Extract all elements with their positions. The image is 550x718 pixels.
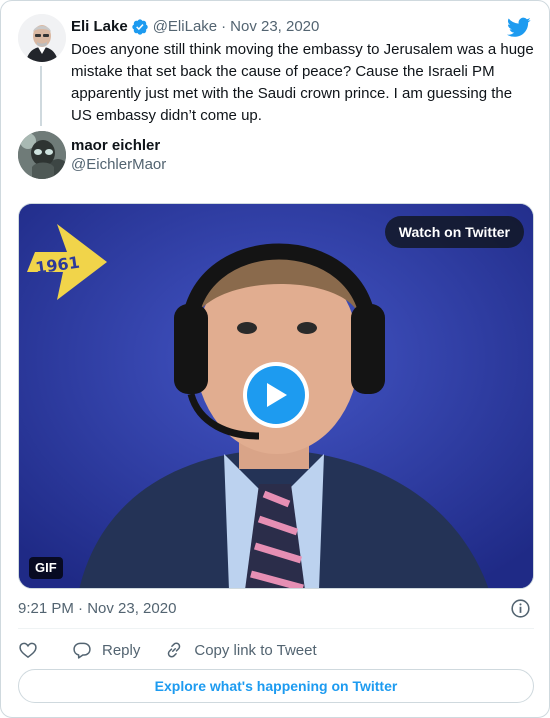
watch-on-twitter-button[interactable]: Watch on Twitter [384, 216, 524, 248]
info-icon[interactable] [510, 598, 531, 619]
author-handle[interactable]: @EichlerMaor [71, 155, 166, 175]
reply-bubble-icon [73, 642, 91, 659]
link-icon [168, 642, 181, 658]
quoted-author-handle[interactable]: @EliLake [153, 17, 217, 37]
tweet-timestamp[interactable]: 9:21 PM · Nov 23, 2020 [18, 599, 176, 619]
like-button[interactable] [18, 640, 38, 660]
header-separator: · [221, 18, 227, 35]
copy-link-label: Copy link to Tweet [194, 641, 317, 659]
verified-badge-icon [132, 19, 148, 35]
copy-link-button[interactable]: Copy link to Tweet [164, 640, 317, 660]
twitter-bird-icon[interactable] [507, 15, 531, 39]
reply-label: Reply [102, 641, 141, 659]
tweet-embed-card: Eli Lake @EliLake · Nov 23, 2020 Does an… [0, 0, 550, 718]
thread-connector-line [40, 66, 42, 126]
play-button[interactable] [243, 362, 309, 428]
quoted-tweet-header: Eli Lake @EliLake · Nov 23, 2020 [71, 17, 319, 37]
heart-icon [19, 642, 37, 659]
explore-twitter-button[interactable]: Explore what's happening on Twitter [18, 669, 534, 703]
eli-lake-avatar[interactable] [18, 14, 66, 62]
play-icon [267, 383, 287, 407]
author-name[interactable]: maor eichler [71, 136, 160, 156]
quoted-tweet-text: Does anyone still think moving the embas… [71, 41, 534, 124]
quoted-tweet-date[interactable]: Nov 23, 2020 [230, 17, 319, 37]
reply-button[interactable]: Reply [72, 640, 140, 660]
gif-media[interactable]: 1961 Watch on Twitter GIF [18, 203, 534, 589]
maor-eichler-avatar[interactable] [18, 131, 66, 179]
divider [18, 628, 534, 629]
quoted-author-name[interactable]: Eli Lake [71, 17, 128, 37]
tweet-actions: Reply Copy link to Tweet [18, 639, 317, 661]
gif-badge: GIF [29, 557, 63, 579]
